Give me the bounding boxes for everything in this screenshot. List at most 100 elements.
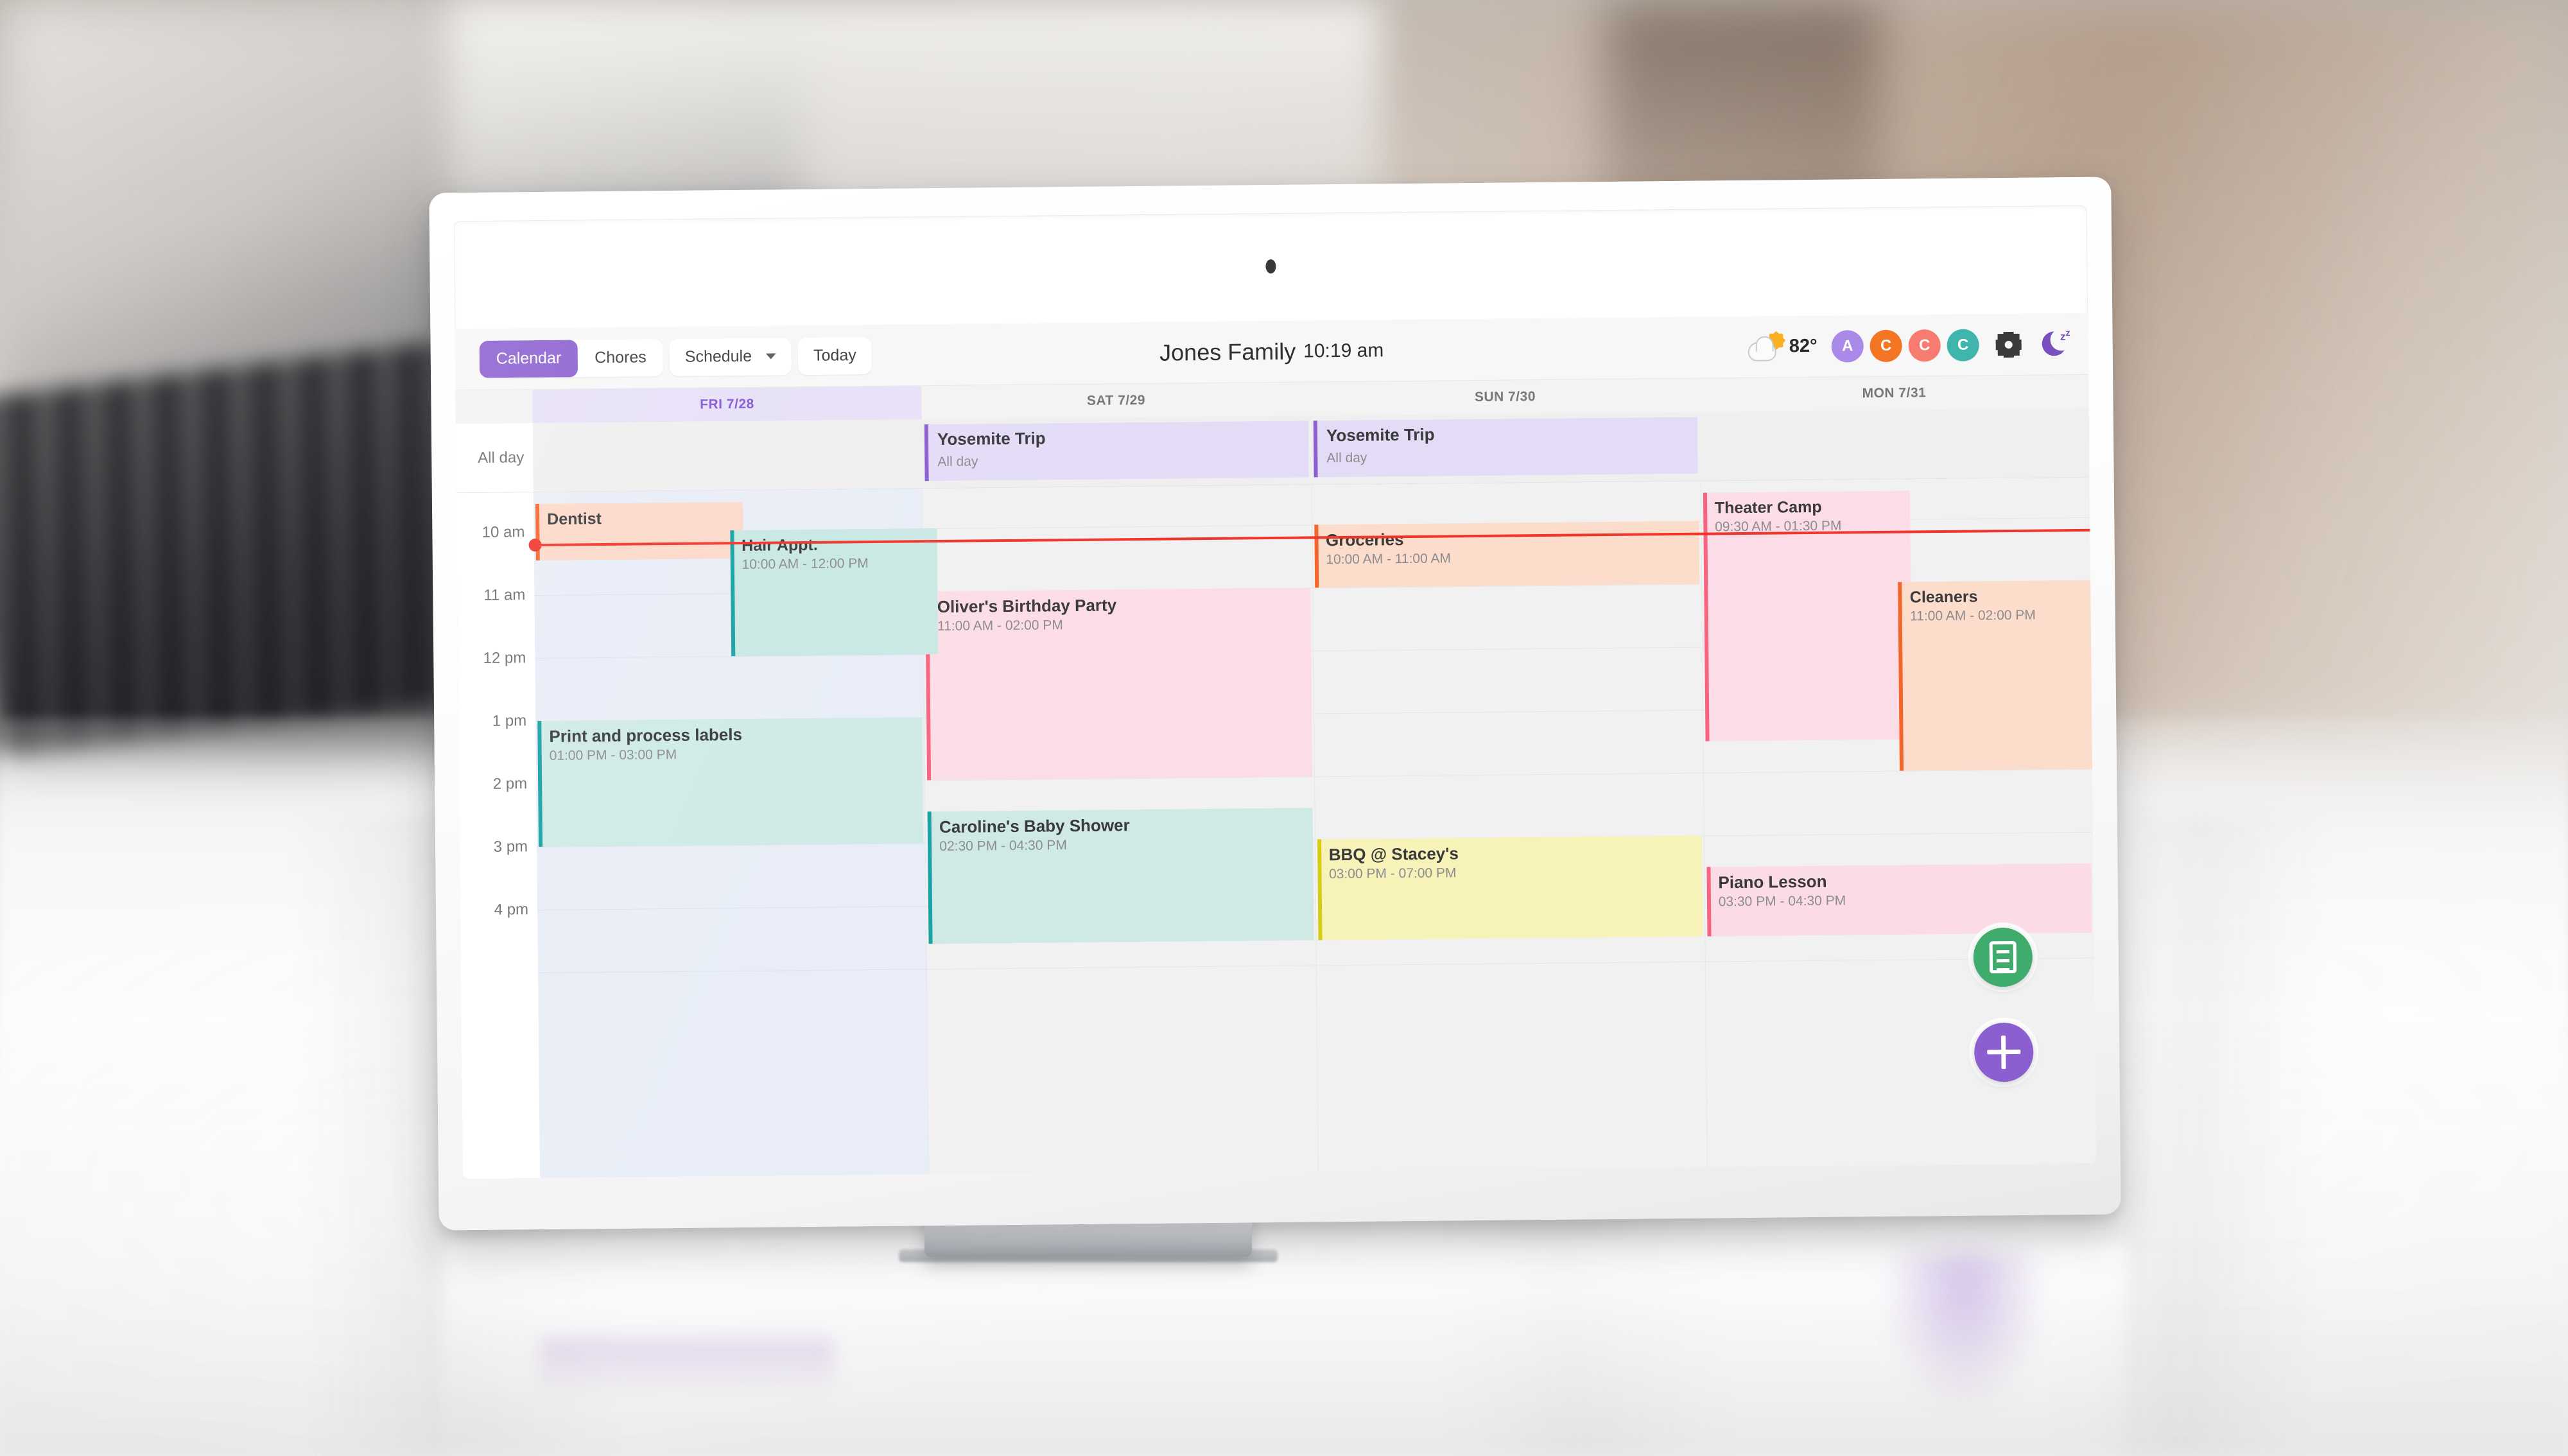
hour-gridline: [1314, 709, 1703, 715]
event-time: 11:00 AM - 02:00 PM: [1910, 607, 2036, 624]
device-reflection-accent: [1881, 1252, 2048, 1412]
calendar-event[interactable]: Groceries 10:00 AM - 11:00 AM: [1314, 521, 1699, 588]
all-day-cell-sun[interactable]: Yosemite Trip All day: [1311, 412, 1701, 485]
day-header-fri[interactable]: FRI 7/28: [532, 386, 922, 424]
lists-button[interactable]: [1973, 927, 2033, 987]
toolbar-right-controls: 82° A C C C zz: [1748, 327, 2072, 364]
mode-tabs: Calendar Chores: [479, 338, 664, 378]
time-label: 2 pm: [492, 775, 528, 793]
day-header-sat[interactable]: SAT 7/29: [921, 382, 1310, 419]
all-day-label: All day: [455, 423, 534, 493]
hour-gridline: [1705, 957, 2094, 962]
family-name: Jones Family: [1159, 338, 1296, 366]
add-event-button[interactable]: [1974, 1022, 2034, 1082]
cloud-icon: [1748, 341, 1777, 361]
partly-cloudy-icon: [1748, 332, 1785, 362]
hour-gridline: [537, 969, 927, 974]
clock: 10:19 am: [1303, 339, 1384, 362]
day-header-gutter: [455, 390, 532, 424]
time-label: 11 am: [483, 586, 526, 604]
moon-sleep-icon: zz: [2042, 328, 2070, 357]
all-day-cell-mon[interactable]: [1700, 408, 2090, 481]
event-time: 10:00 AM - 12:00 PM: [742, 556, 869, 572]
calendar-event[interactable]: Theater Camp 09:30 AM - 01:30 PM: [1703, 490, 1913, 741]
hour-gridline: [923, 524, 1312, 530]
event-subtitle: All day: [1326, 450, 1367, 466]
today-button[interactable]: Today: [797, 336, 872, 375]
event-time: 11:00 AM - 02:00 PM: [937, 618, 1063, 634]
current-time-marker: [528, 538, 542, 551]
event-title: Cleaners: [1909, 587, 1978, 607]
event-time: 01:00 PM - 03:00 PM: [549, 747, 677, 763]
tab-calendar[interactable]: Calendar: [479, 339, 578, 378]
calendar-event[interactable]: Caroline's Baby Shower 02:30 PM - 04:30 P…: [927, 808, 1314, 944]
all-day-event[interactable]: Yosemite Trip All day: [1313, 417, 1698, 478]
hour-gridline: [1316, 961, 1705, 966]
hour-gridline: [537, 906, 926, 911]
event-title: Caroline's Baby Shower: [939, 815, 1130, 837]
gear-icon: [1997, 333, 2020, 356]
calendar-event[interactable]: Print and process labels 01:00 PM - 03:00…: [537, 717, 924, 847]
event-title: Dentist: [547, 509, 602, 528]
hour-gridline: [927, 965, 1316, 970]
event-title: Hair Appt.: [742, 535, 818, 555]
hour-gridline: [1313, 646, 1702, 652]
hour-gridline: [1703, 768, 2093, 774]
time-label: 1 pm: [492, 712, 527, 730]
calendar-grid: 9 am10 am11 am12 pm1 pm2 pm3 pm4 pm Dent…: [456, 477, 2096, 1179]
event-time: 10:00 AM - 11:00 AM: [1326, 551, 1452, 568]
all-day-event[interactable]: Yosemite Trip All day: [924, 420, 1309, 481]
view-select[interactable]: Schedule: [669, 337, 792, 376]
smart-display-device: Calendar Chores Schedule Today Jones Fam…: [429, 177, 2121, 1231]
calendar-event[interactable]: Piano Lesson 03:30 PM - 04:30 PM: [1706, 863, 2092, 937]
calendar-event[interactable]: Oliver's Birthday Party 11:00 AM - 02:00 …: [925, 587, 1312, 781]
view-select-label: Schedule: [684, 347, 752, 366]
weather-widget[interactable]: 82°: [1748, 331, 1818, 361]
event-time: 02:30 PM - 04:30 PM: [939, 838, 1067, 854]
all-day-cell-sat[interactable]: Yosemite Trip All day: [922, 415, 1312, 488]
event-title: Print and process labels: [549, 724, 743, 746]
avatar[interactable]: C: [1870, 329, 1902, 362]
event-time: 03:30 PM - 04:30 PM: [1718, 893, 1846, 910]
time-label: 12 pm: [483, 649, 526, 667]
event-title: Oliver's Birthday Party: [937, 595, 1117, 617]
day-column-sat[interactable]: Oliver's Birthday Party 11:00 AM - 02:00 …: [923, 485, 1319, 1175]
toolbar-left-controls: Calendar Chores Schedule Today: [479, 336, 872, 378]
avatar[interactable]: A: [1831, 329, 1864, 363]
time-label: 3 pm: [493, 838, 528, 856]
calendar-event[interactable]: BBQ @ Stacey's 03:00 PM - 07:00 PM: [1317, 835, 1703, 940]
member-avatars: A C C C: [1831, 328, 1979, 363]
device-screen: Calendar Chores Schedule Today Jones Fam…: [453, 205, 2096, 1179]
temperature: 82°: [1789, 335, 1818, 357]
day-column-sun[interactable]: Groceries 10:00 AM - 11:00 AM BBQ @ Stacey…: [1312, 481, 1708, 1171]
all-day-cell-fri[interactable]: [533, 419, 923, 492]
event-title: Theater Camp: [1714, 498, 1822, 517]
event-time: 03:00 PM - 07:00 PM: [1328, 865, 1457, 882]
sleep-button[interactable]: zz: [2038, 327, 2071, 361]
day-column-mon[interactable]: Theater Camp 09:30 AM - 01:30 PM Cleaners 1…: [1701, 477, 2096, 1167]
family-calendar-app: Calendar Chores Schedule Today Jones Fam…: [455, 313, 2096, 1179]
day-header-mon[interactable]: MON 7/31: [1699, 375, 2088, 412]
tab-chores[interactable]: Chores: [578, 339, 663, 377]
avatar[interactable]: C: [1947, 328, 1979, 361]
calendar-event[interactable]: Dentist: [535, 501, 743, 561]
document-list-icon: [1989, 940, 2017, 974]
background-top-highlight: [449, 0, 1380, 212]
day-columns: Dentist Hair Appt. 10:00 AM - 12:00 PM Prin…: [528, 477, 2096, 1179]
event-title: Groceries: [1325, 530, 1404, 550]
day-column-fri[interactable]: Dentist Hair Appt. 10:00 AM - 12:00 PM Prin…: [528, 489, 2096, 1179]
calendar-event[interactable]: Cleaners 11:00 AM - 02:00 PM: [1898, 580, 2096, 771]
settings-button[interactable]: [1991, 327, 2025, 361]
time-label: 4 pm: [494, 901, 529, 919]
day-header-sun[interactable]: SUN 7/30: [1310, 379, 1699, 416]
event-title: Yosemite Trip: [937, 428, 1046, 449]
chevron-down-icon: [766, 353, 777, 360]
avatar[interactable]: C: [1908, 329, 1941, 362]
calendar-event[interactable]: Hair Appt. 10:00 AM - 12:00 PM: [729, 528, 939, 657]
event-title: BBQ @ Stacey's: [1328, 844, 1459, 865]
hour-gridline: [1704, 831, 2093, 836]
event-title: Piano Lesson: [1718, 871, 1827, 892]
plus-icon: [1987, 1036, 2020, 1069]
event-subtitle: All day: [937, 454, 978, 470]
camera-icon: [1265, 259, 1276, 274]
